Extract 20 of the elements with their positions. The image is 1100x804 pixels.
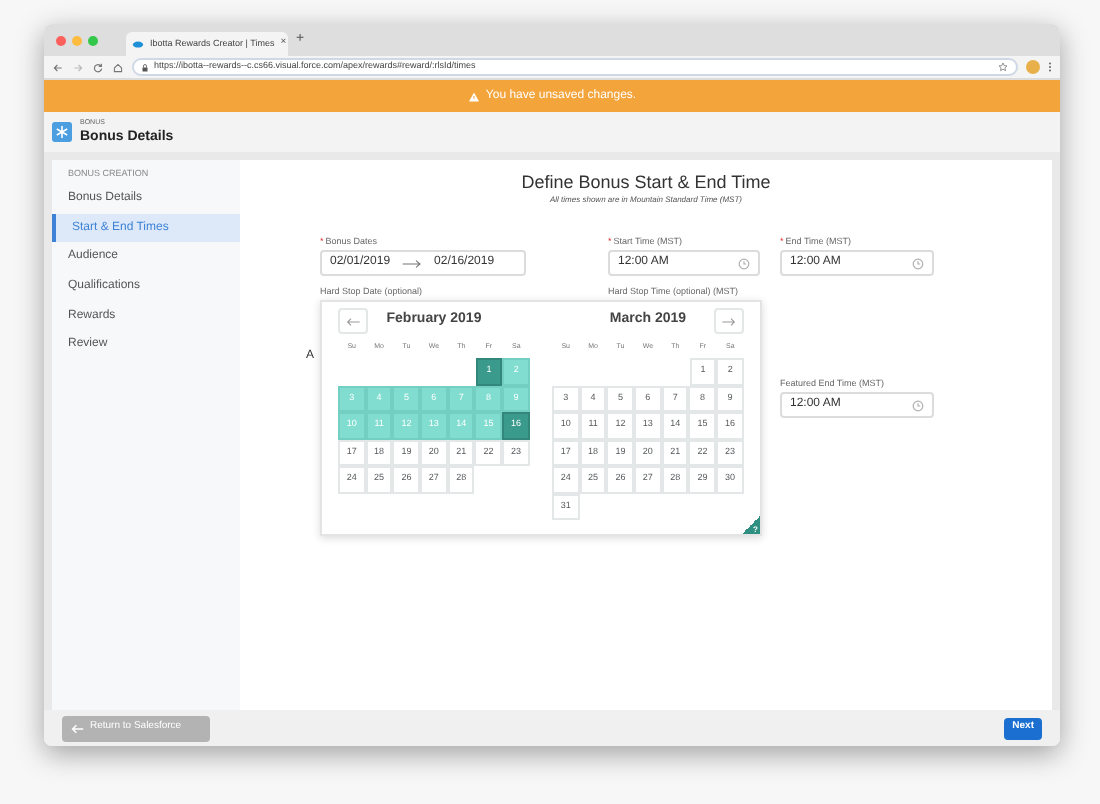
warning-icon: [467, 91, 480, 101]
previous-month-button[interactable]: [338, 308, 368, 334]
star-icon: [998, 62, 1008, 72]
cloud-icon: [132, 40, 144, 48]
snowflake-icon: [52, 122, 72, 142]
form-title: Define Bonus Start & End Time: [519, 172, 773, 194]
reload-icon: [92, 61, 104, 73]
clock-icon: [738, 257, 750, 269]
back-icon: [52, 61, 64, 73]
next-month-button[interactable]: [714, 308, 744, 334]
home-icon: [112, 61, 124, 73]
clock-icon: [912, 257, 924, 269]
arrow-left-icon: [70, 723, 84, 733]
avatar-icon[interactable]: [1026, 60, 1040, 74]
arrow-right-icon: [722, 317, 736, 325]
arrow-right-icon: [402, 259, 423, 267]
clock-icon: [912, 399, 924, 411]
lock-icon: [142, 63, 148, 71]
arrow-left-icon: [346, 317, 360, 325]
forward-icon: [72, 61, 84, 73]
